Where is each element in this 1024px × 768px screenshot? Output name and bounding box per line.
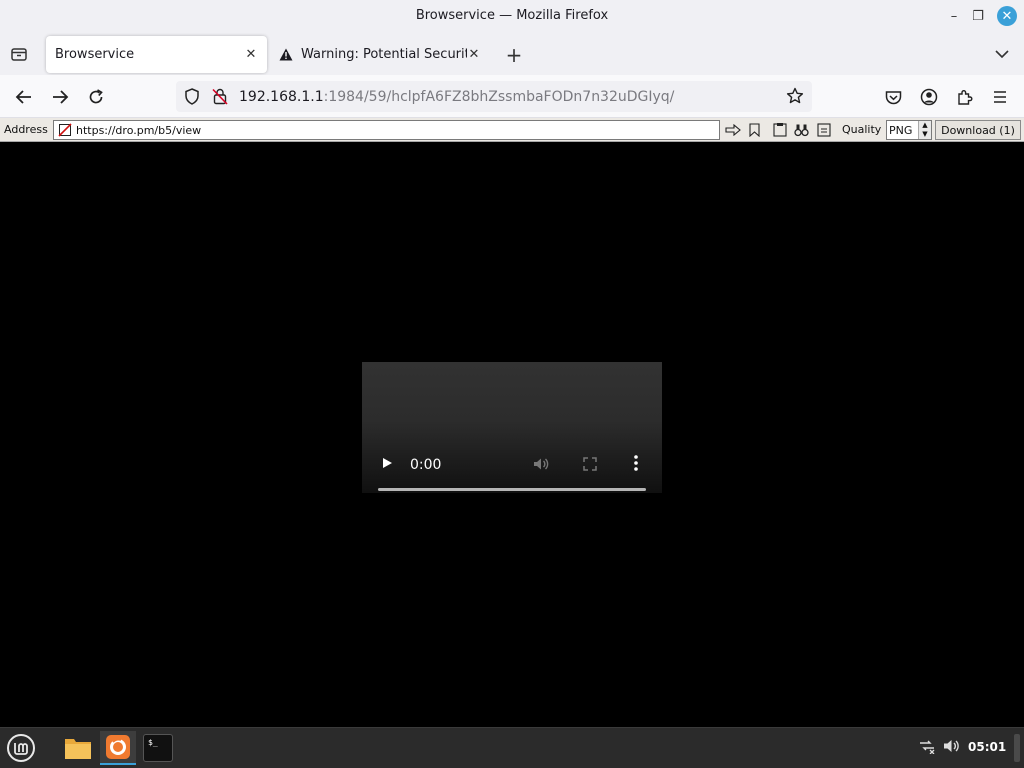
navigation-toolbar: 192.168.1.1:1984/59/hclpfA6FZ8bhZssmbaFO… bbox=[0, 75, 1024, 118]
url-host: 192.168.1.1 bbox=[239, 89, 324, 105]
show-desktop-button[interactable] bbox=[1014, 734, 1020, 762]
forward-arrow-icon[interactable] bbox=[47, 84, 73, 110]
fullscreen-icon[interactable] bbox=[582, 456, 598, 476]
video-player[interactable]: 0:00 bbox=[362, 362, 662, 493]
insecure-icon bbox=[58, 123, 72, 140]
close-icon[interactable]: ✕ bbox=[997, 6, 1017, 26]
url-bar[interactable]: 192.168.1.1:1984/59/hclpfA6FZ8bhZssmbaFO… bbox=[176, 81, 812, 112]
restore-icon[interactable]: ❐ bbox=[968, 6, 988, 26]
close-tab-icon[interactable]: ✕ bbox=[466, 46, 482, 62]
shield-icon[interactable] bbox=[184, 88, 200, 109]
more-options-icon[interactable] bbox=[632, 454, 640, 476]
tab-label: Warning: Potential Security bbox=[301, 47, 467, 62]
mint-menu-icon[interactable] bbox=[4, 731, 38, 765]
quality-label: Quality bbox=[842, 123, 882, 136]
terminal-icon[interactable]: $_ bbox=[140, 731, 176, 765]
find-binoculars-icon[interactable] bbox=[793, 121, 810, 138]
back-arrow-icon[interactable] bbox=[11, 84, 37, 110]
taskbar-clock[interactable]: 05:01 bbox=[968, 740, 1006, 754]
url-path: :1984/59/hclpfA6FZ8bhZssmbaFODn7n32uDGIy… bbox=[323, 89, 675, 105]
play-icon[interactable] bbox=[380, 455, 394, 471]
bookmark-icon[interactable] bbox=[746, 121, 763, 138]
extensions-icon[interactable] bbox=[951, 84, 977, 110]
tab-strip: Browservice ✕ Warning: Potential Securit… bbox=[0, 33, 1024, 75]
tab-security-warning[interactable]: Warning: Potential Security ✕ bbox=[270, 36, 490, 73]
address-label: Address bbox=[4, 123, 48, 136]
new-tab-button[interactable]: + bbox=[502, 43, 526, 67]
folder-icon[interactable] bbox=[60, 731, 96, 765]
volume-icon[interactable] bbox=[532, 455, 550, 477]
browservice-toolbar: Address Quality PNG ▲▼ Download (1) bbox=[0, 118, 1024, 142]
quality-select[interactable]: PNG ▲ ▼ bbox=[886, 120, 932, 140]
go-arrow-icon[interactable] bbox=[724, 121, 741, 138]
page-content: 0:00 bbox=[0, 143, 1024, 727]
video-progress-bar[interactable] bbox=[378, 488, 646, 491]
clipboard-icon[interactable] bbox=[771, 121, 788, 138]
volume-icon[interactable] bbox=[943, 738, 961, 754]
window-titlebar: Browservice — Mozilla Firefox – ❐ ✕ bbox=[0, 0, 1024, 33]
account-icon[interactable] bbox=[916, 84, 942, 110]
network-disconnected-icon[interactable] bbox=[918, 738, 936, 754]
bookmark-star-icon[interactable] bbox=[786, 87, 804, 109]
insecure-lock-icon[interactable] bbox=[212, 88, 228, 109]
menu-icon[interactable] bbox=[987, 84, 1013, 110]
close-tab-icon[interactable]: ✕ bbox=[243, 46, 259, 62]
terminal-prompt: $_ bbox=[143, 734, 173, 762]
url-text: 192.168.1.1:1984/59/hclpfA6FZ8bhZssmbaFO… bbox=[239, 89, 674, 105]
spinner-arrows-icon[interactable]: ▲ ▼ bbox=[918, 121, 931, 139]
address-input[interactable] bbox=[76, 124, 676, 137]
quality-value: PNG bbox=[889, 124, 913, 137]
firefox-icon[interactable] bbox=[100, 731, 136, 765]
pocket-icon[interactable] bbox=[880, 84, 906, 110]
paste-icon[interactable] bbox=[815, 121, 832, 138]
tab-browservice[interactable]: Browservice ✕ bbox=[46, 36, 267, 73]
address-field[interactable] bbox=[53, 120, 720, 140]
window-title: Browservice — Mozilla Firefox bbox=[415, 8, 609, 23]
tab-list-icon[interactable] bbox=[8, 43, 30, 65]
minimize-icon[interactable]: – bbox=[944, 6, 964, 26]
video-time: 0:00 bbox=[410, 457, 442, 473]
warning-icon bbox=[279, 48, 293, 61]
taskbar: $_ 05:01 bbox=[0, 727, 1024, 768]
chevron-down-icon[interactable] bbox=[992, 44, 1012, 64]
reload-icon[interactable] bbox=[83, 84, 109, 110]
download-button[interactable]: Download (1) bbox=[935, 120, 1021, 140]
tab-label: Browservice bbox=[55, 47, 135, 62]
